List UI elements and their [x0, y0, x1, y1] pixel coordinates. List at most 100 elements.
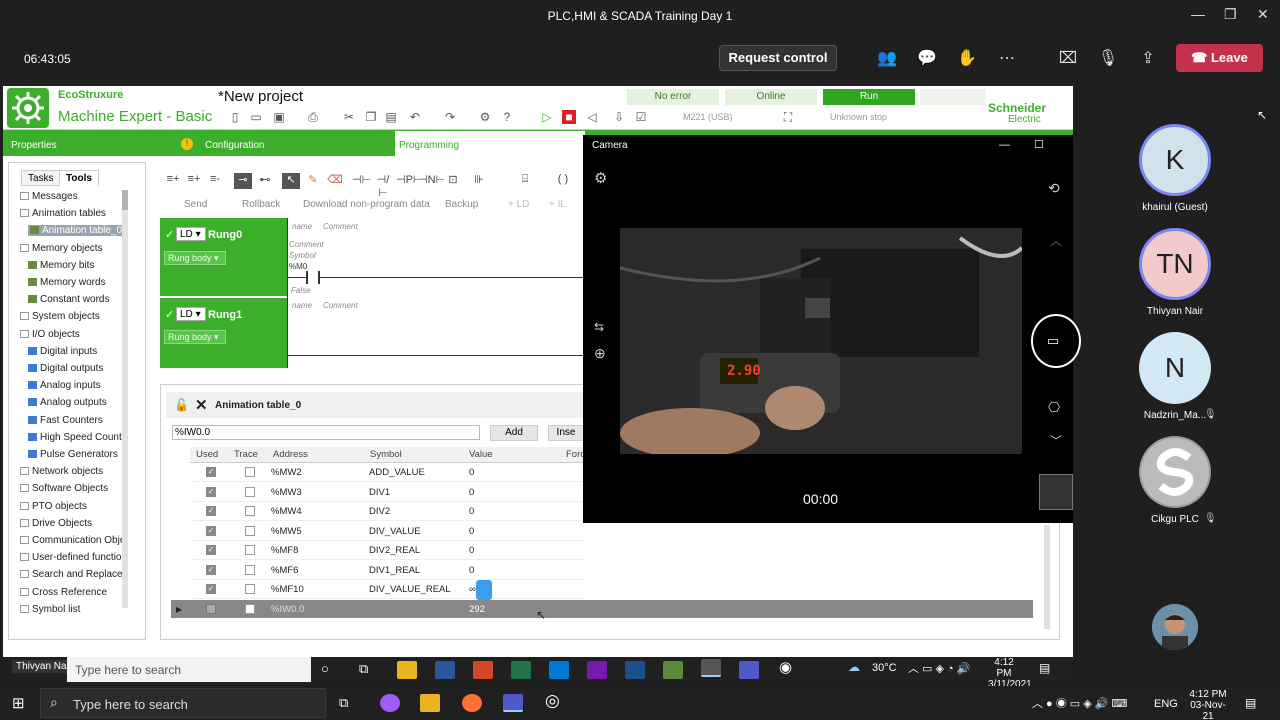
save-icon[interactable]: ▣ [272, 110, 286, 124]
undo-icon[interactable]: ↶ [408, 110, 422, 124]
operation-block-icon[interactable]: ⌸ [516, 173, 534, 189]
ladder-view-icon[interactable]: ⊸ [234, 173, 252, 189]
windows-start-icon[interactable]: ⊞ [12, 694, 25, 712]
open-folder-icon[interactable]: ▭ [249, 110, 263, 124]
insert-rung-above-icon[interactable]: ≡+ [185, 173, 203, 189]
tree-item[interactable]: Search and Replace [20, 569, 123, 580]
outer-app-icon[interactable]: ◎ [545, 691, 560, 711]
inner-excel-icon[interactable] [511, 661, 531, 679]
more-actions-icon[interactable]: ⋯ [996, 48, 1018, 68]
address-input[interactable]: %IW0.0 [172, 425, 480, 440]
tree-item[interactable]: Memory objects [20, 243, 103, 254]
cut-icon[interactable]: ✂ [342, 110, 356, 124]
camera-switch-icon[interactable]: ⟲ [1048, 180, 1060, 197]
inner-teams-icon[interactable] [739, 661, 759, 679]
tree-item[interactable]: Digital inputs [28, 346, 97, 357]
print-icon[interactable]: ⎙ [306, 110, 320, 124]
il-view-icon[interactable]: ⊷ [256, 173, 274, 189]
device-select[interactable]: M221 (USB) [683, 112, 733, 122]
inner-notification-icon[interactable]: ▤ [1039, 661, 1050, 675]
tree-item[interactable]: Digital outputs [28, 363, 103, 374]
last-used-checkbox[interactable] [206, 604, 216, 614]
tree-item[interactable]: Software Objects [20, 483, 108, 494]
rewind-icon[interactable]: ◁ [585, 110, 599, 124]
contact-pos-icon[interactable]: ⊣P⊢ [396, 173, 423, 189]
tab-properties[interactable]: Properties [11, 140, 57, 151]
outer-taskview-icon[interactable]: ⧉ [339, 695, 348, 711]
tree-item[interactable]: Cross Reference [20, 587, 107, 598]
camera-zoom-icon[interactable]: ⊕ [594, 345, 606, 362]
delete-rung-icon[interactable]: ≡- [206, 173, 224, 189]
inner-search-box[interactable]: Type here to search [67, 657, 311, 682]
inner-tray-icons[interactable]: ︿ ▭ ◈ ◔ 🔊 [908, 660, 970, 676]
contact-no-icon[interactable]: ⊣⊢ [352, 173, 371, 189]
insert-button[interactable]: Inse [548, 425, 584, 441]
rung0-contact[interactable] [306, 271, 320, 284]
tree-item[interactable]: User-defined functior [20, 552, 125, 563]
tab-programming[interactable]: Programming [395, 131, 585, 156]
rung0-body-select[interactable]: Rung body ▾ [164, 251, 226, 265]
download-nonprogram-button[interactable]: Download non-program data [303, 199, 430, 210]
tree-item[interactable]: High Speed Count [28, 432, 122, 443]
trace-checkbox[interactable] [245, 545, 255, 555]
trace-checkbox[interactable] [245, 506, 255, 516]
download-icon[interactable]: ⇩ [612, 110, 626, 124]
run-icon[interactable]: ▷ [540, 110, 554, 124]
inner-camera-app-icon[interactable] [701, 659, 721, 677]
outer-notification-icon[interactable]: ▤ [1245, 696, 1256, 710]
chat-icon[interactable]: 💬 [916, 48, 938, 68]
used-checkbox[interactable]: ✓ [206, 506, 216, 516]
tree-item[interactable]: PTO objects [20, 501, 87, 512]
pencil-icon[interactable]: ✎ [304, 173, 322, 189]
inner-app1-icon[interactable] [625, 661, 645, 679]
insert-rung-icon[interactable]: ≡+ [164, 173, 182, 189]
maximize-icon[interactable]: ❐ [1224, 6, 1237, 23]
outer-teams-icon[interactable] [503, 694, 523, 712]
lock-icon[interactable]: 🔓 [174, 398, 189, 412]
pointer-icon[interactable]: ↖ [282, 173, 300, 189]
used-checkbox[interactable]: ✓ [206, 467, 216, 477]
tree-item[interactable]: Constant words [28, 294, 109, 305]
share-icon[interactable]: ⇪ [1137, 48, 1159, 68]
inner-taskview-icon[interactable]: ⧉ [359, 661, 368, 677]
camera-gallery-thumbnail[interactable] [1039, 474, 1073, 510]
rollback-button[interactable]: Rollback [242, 199, 280, 210]
close-icon[interactable]: ✕ [1257, 6, 1269, 23]
contact-neg-icon[interactable]: ⊣N⊢ [418, 173, 445, 189]
backup-button[interactable]: Backup [445, 199, 478, 210]
photo-mode-icon[interactable]: ⎔ [1048, 399, 1060, 416]
contact-nc-icon[interactable]: ⊣/⊢ [374, 173, 392, 199]
inner-app3-icon[interactable]: ◉ [779, 658, 792, 676]
new-file-icon[interactable]: ▯ [228, 110, 242, 124]
coil-icon[interactable]: ( ) [554, 173, 572, 189]
used-checkbox[interactable]: ✓ [206, 584, 216, 594]
request-control-button[interactable]: Request control [719, 45, 837, 71]
used-checkbox[interactable]: ✓ [206, 486, 216, 497]
settings-icon[interactable]: ⚙ [478, 110, 492, 124]
tree-item[interactable]: Animation table_0 [28, 225, 122, 237]
camera-minimize-icon[interactable]: — [999, 139, 1010, 151]
tab-tasks[interactable]: Tasks [21, 170, 61, 186]
check-icon[interactable]: ☑ [634, 110, 648, 124]
camera-hdr-icon[interactable]: ⇆ [594, 320, 604, 334]
camera-maximize-icon[interactable]: ☐ [1034, 138, 1044, 151]
help-icon[interactable]: ? [500, 110, 514, 124]
inner-cortana-icon[interactable]: ○ [321, 661, 329, 676]
used-checkbox[interactable]: ✓ [206, 525, 216, 536]
tree-item[interactable]: Messages [20, 191, 78, 202]
tree-item[interactable]: Fast Counters [28, 415, 103, 426]
outer-messenger-icon[interactable] [380, 694, 400, 712]
inner-onenote-icon[interactable] [587, 661, 607, 679]
tree-item[interactable]: Memory bits [28, 260, 94, 271]
rung0-language-select[interactable]: LD ▾ [176, 227, 206, 241]
add-il-button[interactable]: + IL [549, 199, 566, 210]
used-checkbox[interactable]: ✓ [206, 564, 216, 575]
row-expand-icon[interactable]: ▶ [176, 605, 182, 614]
last-trace-checkbox[interactable] [245, 604, 255, 614]
add-ld-button[interactable]: + LD [508, 199, 529, 210]
compare-block-icon[interactable]: ⊪ [470, 173, 488, 189]
inner-word-icon[interactable] [435, 661, 455, 679]
tab-configuration[interactable]: Configuration [205, 140, 264, 151]
camera-settings-icon[interactable]: ⚙ [594, 169, 607, 187]
trace-checkbox[interactable] [245, 584, 255, 594]
